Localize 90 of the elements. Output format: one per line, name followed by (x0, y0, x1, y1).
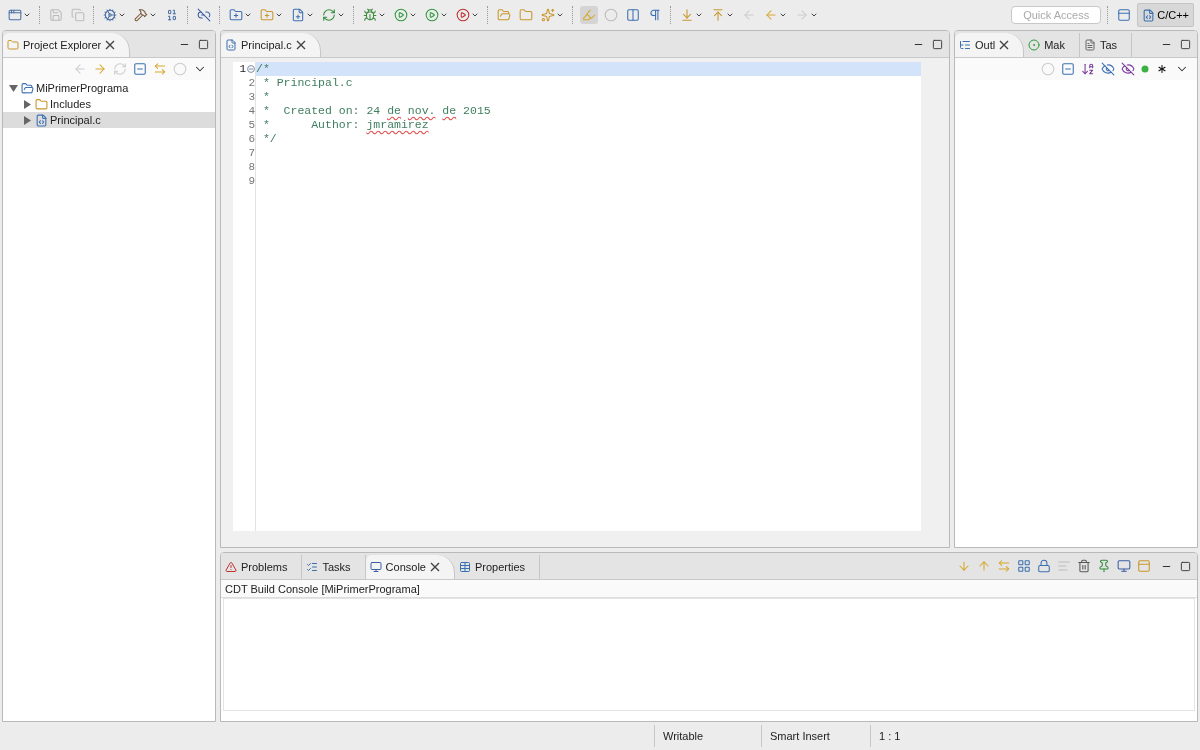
caret-icon[interactable] (275, 11, 283, 19)
line-number: 6 (247, 132, 255, 146)
maximize-icon[interactable] (1180, 560, 1191, 572)
collapse-icon[interactable] (133, 62, 147, 76)
close-icon[interactable] (295, 40, 306, 50)
folder-icon (7, 39, 19, 51)
caret-icon[interactable] (409, 11, 417, 19)
code-line: * Principal.c (261, 76, 354, 90)
caret-icon[interactable] (726, 11, 734, 19)
line-number: 2 (247, 76, 255, 90)
file-icon (35, 113, 48, 127)
folder-icon (21, 81, 34, 95)
quick-access-field[interactable]: Quick Access (1011, 6, 1102, 24)
console-title: CDT Build Console [MiPrimerPrograma] (225, 582, 420, 595)
caret-icon[interactable] (149, 11, 157, 19)
folder-plus-icon[interactable] (229, 8, 243, 22)
line-number: 9 (247, 174, 255, 188)
view-tab[interactable]: Console (365, 555, 455, 579)
close-icon[interactable] (105, 40, 116, 50)
window-icon[interactable] (8, 8, 22, 22)
document-icon (1083, 39, 1096, 51)
line-number: 4 (247, 104, 255, 118)
caret-icon[interactable] (471, 11, 479, 19)
view-tab[interactable]: Outl (955, 33, 1025, 57)
caret-icon[interactable] (440, 11, 448, 19)
bug-icon[interactable] (363, 8, 377, 22)
code-line: */ (261, 132, 278, 146)
hammer-icon[interactable] (134, 8, 148, 22)
maximize-icon[interactable] (1180, 38, 1191, 50)
caret-icon[interactable] (118, 11, 126, 19)
maximize-icon[interactable] (932, 38, 943, 50)
play-icon[interactable] (456, 8, 470, 22)
caret-icon[interactable] (779, 11, 787, 19)
lock-icon[interactable] (1037, 559, 1051, 573)
tree-item[interactable]: MiPrimerPrograma (3, 80, 215, 96)
caret-icon[interactable] (306, 11, 314, 19)
line-number: 1 (233, 62, 255, 76)
tree-icon (959, 39, 971, 51)
view-tab[interactable]: Principal.c (221, 33, 321, 57)
asterisk-icon[interactable] (1155, 62, 1169, 76)
sort-icon[interactable] (1081, 62, 1095, 76)
caret-icon[interactable] (244, 11, 252, 19)
tree-item[interactable]: Includes (3, 96, 215, 112)
maximize-icon[interactable] (198, 38, 209, 50)
columns-icon[interactable] (626, 8, 640, 22)
view-tab[interactable]: Project Explorer (3, 33, 131, 57)
code-line: * Author: jmramirez (261, 118, 430, 132)
warning-icon (225, 561, 237, 573)
binary-icon[interactable] (165, 8, 179, 22)
caret-icon[interactable] (23, 11, 31, 19)
line-number: 3 (247, 90, 255, 104)
collapse-icon[interactable] (1061, 62, 1075, 76)
caret-icon[interactable] (337, 11, 345, 19)
close-icon[interactable] (999, 40, 1010, 50)
file-plus-icon[interactable] (291, 8, 305, 22)
tree-item[interactable]: Principal.c (3, 112, 215, 128)
line-number: 7 (247, 146, 255, 160)
fold-icon[interactable] (247, 65, 255, 73)
target-icon (1028, 39, 1041, 51)
pin-icon[interactable] (1097, 559, 1111, 573)
file-icon (225, 39, 237, 51)
pilcrow-icon[interactable] (648, 8, 662, 22)
status-field: Writable (654, 725, 761, 747)
folder-icon[interactable] (519, 8, 533, 22)
status-field: Smart Insert (761, 725, 870, 747)
close-icon[interactable] (429, 562, 440, 572)
perspective-button[interactable]: C/C++ (1137, 3, 1194, 27)
folder-open-icon[interactable] (497, 8, 511, 22)
checklist-icon (306, 561, 319, 573)
grid-icon[interactable] (1017, 559, 1031, 573)
hide-icon[interactable] (1121, 62, 1135, 76)
dot-icon[interactable] (1141, 65, 1149, 73)
monitor-icon (369, 561, 382, 573)
caret-icon[interactable] (810, 11, 818, 19)
line-number: 5 (247, 118, 255, 132)
caret-icon[interactable] (695, 11, 703, 19)
file-icon (1142, 8, 1156, 22)
monitor-icon[interactable] (1117, 559, 1131, 573)
hide-icon[interactable] (1101, 62, 1115, 76)
expanded-arrow-icon[interactable] (9, 83, 18, 93)
unlink-icon[interactable] (197, 8, 211, 22)
code-line: * (261, 90, 271, 104)
line-number: 8 (247, 160, 255, 174)
caret-icon[interactable] (378, 11, 386, 19)
table-icon (458, 561, 471, 573)
status-field: 1 : 1 (870, 725, 977, 747)
folder-icon (35, 97, 48, 111)
gear-icon[interactable] (103, 8, 117, 22)
code-line: * Created on: 24 de nov. de 2015 (261, 104, 492, 118)
caret-icon[interactable] (556, 11, 564, 19)
